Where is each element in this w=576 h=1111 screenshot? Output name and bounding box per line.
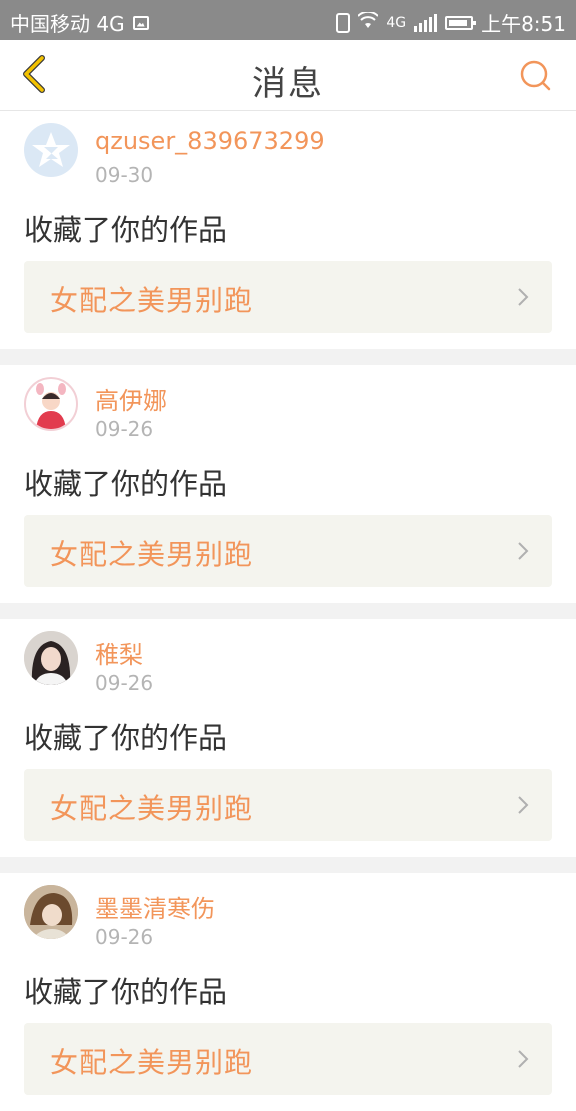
- username[interactable]: 稚梨: [95, 635, 143, 670]
- qzone-star-icon: [32, 132, 70, 167]
- wifi-icon: [357, 10, 380, 34]
- carrier-label: 中国移动 4G: [10, 12, 125, 36]
- separator: [0, 603, 576, 619]
- work-link-card[interactable]: 女配之美男别跑: [24, 261, 552, 333]
- chevron-right-icon: [518, 542, 529, 560]
- network-type-label: 4G: [386, 14, 407, 31]
- chevron-right-icon: [518, 796, 529, 814]
- avatar-figure-icon: [36, 383, 66, 429]
- work-link-card[interactable]: 女配之美男别跑: [24, 515, 552, 587]
- clock-time: 上午8:51: [481, 12, 566, 36]
- message-date: 09-26: [95, 417, 154, 441]
- separator: [0, 857, 576, 873]
- status-bar: 中国移动 4G 4G 上午8:51: [0, 0, 576, 40]
- chevron-right-icon: [518, 288, 529, 306]
- vibrate-icon: [336, 12, 351, 33]
- work-link-card[interactable]: 女配之美男别跑: [24, 1023, 552, 1095]
- avatar[interactable]: [24, 377, 78, 431]
- work-title: 女配之美男别跑: [50, 792, 254, 825]
- page-title: 消息: [252, 64, 324, 104]
- avatar[interactable]: [24, 123, 78, 177]
- search-icon: [520, 60, 551, 91]
- action-text: 收藏了你的作品: [24, 975, 228, 1009]
- action-text: 收藏了你的作品: [24, 467, 228, 501]
- avatar-photo-icon: [24, 631, 78, 685]
- message-item[interactable]: qzuser_839673299 09-30 收藏了你的作品 女配之美男别跑: [0, 111, 576, 349]
- message-item[interactable]: 高伊娜 09-26 收藏了你的作品 女配之美男别跑: [0, 365, 576, 603]
- message-date: 09-26: [95, 671, 154, 695]
- image-notification-icon: [132, 15, 149, 30]
- separator: [0, 349, 576, 365]
- message-date: 09-26: [95, 925, 154, 949]
- work-title: 女配之美男别跑: [50, 284, 254, 317]
- message-item[interactable]: 墨墨清寒伤 09-26 收藏了你的作品 女配之美男别跑: [0, 873, 576, 1111]
- avatar[interactable]: [24, 631, 78, 685]
- action-text: 收藏了你的作品: [24, 213, 228, 247]
- username[interactable]: qzuser_839673299: [95, 127, 325, 155]
- username[interactable]: 高伊娜: [95, 381, 167, 416]
- message-item[interactable]: 稚梨 09-26 收藏了你的作品 女配之美男别跑: [0, 619, 576, 857]
- chevron-right-icon: [518, 1050, 529, 1068]
- avatar[interactable]: [24, 885, 78, 939]
- search-button[interactable]: [518, 58, 554, 94]
- signal-icon: [414, 13, 438, 32]
- work-title: 女配之美男别跑: [50, 1046, 254, 1079]
- action-text: 收藏了你的作品: [24, 721, 228, 755]
- username[interactable]: 墨墨清寒伤: [95, 889, 215, 924]
- top-nav-bar: 消息: [0, 40, 576, 111]
- work-title: 女配之美男别跑: [50, 538, 254, 571]
- message-list: qzuser_839673299 09-30 收藏了你的作品 女配之美男别跑 高…: [0, 111, 576, 1111]
- avatar-photo-icon: [24, 885, 78, 939]
- work-link-card[interactable]: 女配之美男别跑: [24, 769, 552, 841]
- message-date: 09-30: [95, 163, 154, 187]
- battery-icon: [445, 15, 477, 30]
